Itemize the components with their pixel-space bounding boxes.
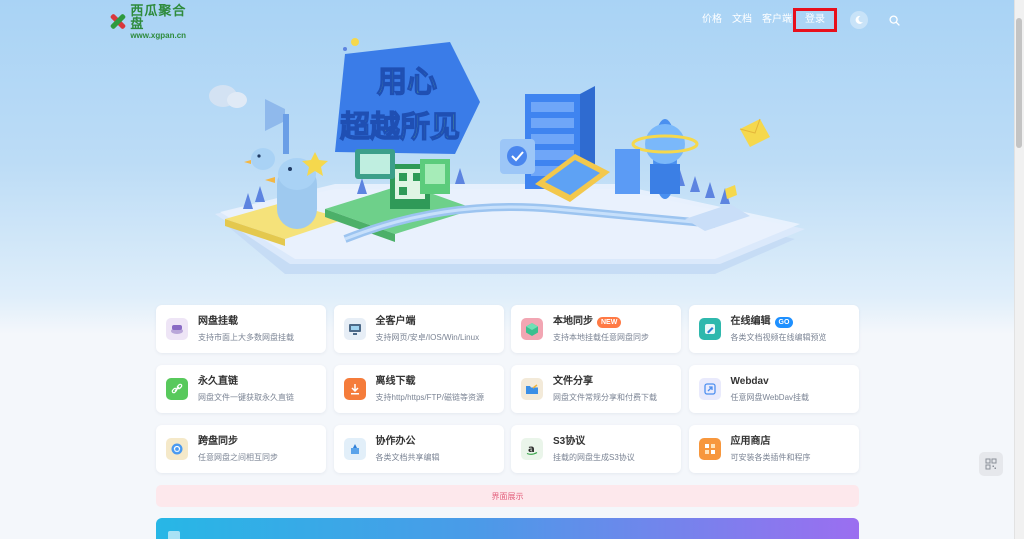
page: 西瓜聚合盘 www.xgpan.cn 价格 文档 客户端 登录 用心 超越所见 … [0, 0, 1014, 539]
moon-icon [855, 15, 863, 24]
feature-title: 应用商店 [730, 436, 771, 447]
online-edit-icon [698, 318, 721, 340]
nav-client[interactable]: 客户端 [762, 12, 792, 28]
nav-docs[interactable]: 文档 [732, 12, 752, 28]
login-button[interactable]: 登录 [793, 8, 837, 32]
feature-title: 离线下载 [375, 376, 416, 387]
slogan-line2: 超越所见 [340, 110, 460, 145]
logo-title: 西瓜聚合盘 [130, 3, 187, 31]
feature-card-local-sync[interactable]: 本地同步 NEW 支持本地挂载任意网盘同步 [511, 305, 681, 353]
showcase-banner [156, 518, 859, 539]
feature-title: 跨盘同步 [198, 436, 238, 447]
feature-card-file-share[interactable]: 文件分享 网盘文件常规分享和付费下载 [511, 365, 681, 413]
feature-desc: 各类文档视频在线编辑预览 [730, 333, 827, 342]
download-icon [343, 378, 366, 400]
feature-title: 本地同步 NEW [553, 315, 649, 329]
qr-code-icon [985, 458, 997, 470]
feature-title-text: 本地同步 [553, 316, 593, 327]
feature-title: 文件分享 [553, 376, 593, 387]
amazon-s3-icon: a [521, 438, 543, 460]
feature-desc: 任意网盘WebDav挂载 [730, 393, 810, 402]
webdav-icon [698, 378, 721, 400]
qr-code-button[interactable] [979, 452, 1003, 476]
search-icon [888, 14, 900, 26]
dark-mode-toggle[interactable] [850, 11, 868, 29]
vertical-scrollbar[interactable] [1014, 0, 1024, 539]
main-nav: 价格 文档 客户端 登录 [702, 8, 837, 32]
logo-icon [108, 12, 127, 32]
feature-card-webdav[interactable]: Webdav 任意网盘WebDav挂载 [688, 365, 859, 413]
feature-title-text: 在线编辑 [730, 316, 771, 327]
feature-desc: 可安装各类插件和程序 [730, 453, 811, 462]
feature-card-cross-sync[interactable]: 跨盘同步 任意网盘之间相互同步 [156, 425, 326, 473]
feature-title: 协作办公 [375, 436, 416, 447]
feature-desc: 任意网盘之间相互同步 [198, 453, 278, 462]
feature-title: 永久直链 [198, 376, 238, 387]
feature-card-collaboration[interactable]: 协作办公 各类文档共享编辑 [333, 425, 504, 473]
scrollbar-thumb[interactable] [1016, 18, 1022, 148]
nav-pricing[interactable]: 价格 [702, 12, 722, 28]
feature-card-online-edit[interactable]: 在线编辑 GO 各类文档视频在线编辑预览 [688, 305, 859, 353]
go-badge: GO [774, 316, 794, 328]
feature-card-s3[interactable]: a S3协议 挂载的网盘生成S3协议 [511, 425, 681, 473]
feature-desc: 支持本地挂载任意网盘同步 [553, 333, 649, 342]
feature-card-multi-client[interactable]: 全客户端 支持网页/安卓/IOS/Win/Linux [333, 305, 504, 353]
feature-card-drive-mount[interactable]: 网盘挂载 支持市面上大多数网盘挂载 [156, 305, 326, 353]
folder-share-icon [521, 378, 543, 400]
new-badge: NEW [597, 316, 622, 328]
isometric-city-illustration: 用心 超越所见 [209, 38, 805, 274]
site-logo[interactable]: 西瓜聚合盘 www.xgpan.cn [108, 4, 198, 40]
link-icon [166, 378, 188, 400]
feature-card-app-store[interactable]: 应用商店 可安装各类插件和程序 [688, 425, 859, 473]
feature-desc: 各类文档共享编辑 [375, 453, 440, 462]
hero-illustration: 用心 超越所见 [195, 34, 825, 284]
feature-desc: 网盘文件常规分享和付费下载 [553, 393, 657, 402]
feature-grid: 网盘挂载 支持市面上大多数网盘挂载 全客户端 支持网页/安卓/IOS/Win/L… [156, 305, 859, 473]
slogan-line1: 用心 [377, 65, 437, 100]
app-store-icon [698, 438, 721, 460]
feature-title: 全客户端 [375, 316, 416, 327]
search-button[interactable] [885, 11, 903, 29]
feature-desc: 挂载的网盘生成S3协议 [553, 453, 635, 462]
feature-desc: 支持市面上大多数网盘挂载 [198, 333, 294, 342]
feature-desc: 支持http/https/FTP/磁链等资源 [375, 393, 484, 402]
collab-icon [343, 438, 366, 460]
multi-client-icon [343, 318, 366, 340]
logo-url: www.xgpan.cn [130, 31, 187, 40]
feature-card-offline-download[interactable]: 离线下载 支持http/https/FTP/磁链等资源 [333, 365, 504, 413]
feature-title: Webdav [730, 376, 769, 387]
drive-mount-icon [166, 318, 188, 340]
window-icon [168, 531, 180, 539]
cross-sync-icon [166, 438, 188, 460]
interface-showcase-tab[interactable]: 界面展示 [156, 485, 859, 507]
feature-desc: 支持网页/安卓/IOS/Win/Linux [375, 333, 480, 342]
feature-card-permanent-link[interactable]: 永久直链 网盘文件一键获取永久直链 [156, 365, 326, 413]
feature-title: S3协议 [553, 436, 586, 447]
feature-title: 网盘挂载 [198, 316, 238, 327]
local-sync-icon [521, 318, 543, 340]
feature-title: 在线编辑 GO [731, 315, 827, 329]
feature-desc: 网盘文件一键获取永久直链 [198, 393, 294, 402]
